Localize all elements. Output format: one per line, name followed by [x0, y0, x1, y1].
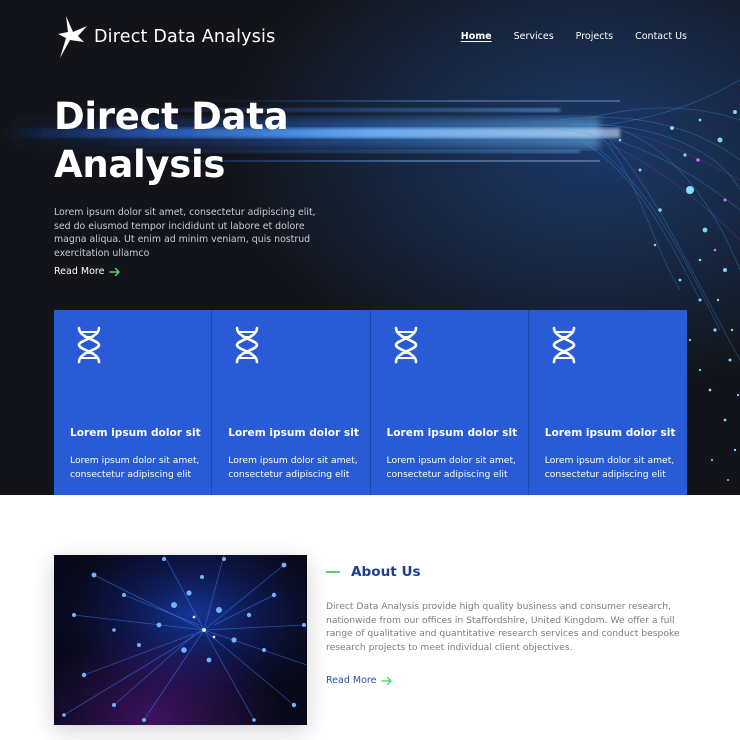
- about-heading: About Us: [326, 564, 421, 580]
- arrow-right-icon: [381, 676, 393, 685]
- bird-logo-icon: [58, 16, 87, 58]
- feature-cards: Lorem ipsum dolor sit Lorem ipsum dolor …: [54, 310, 687, 495]
- about-title: About Us: [351, 564, 421, 580]
- card-title: Lorem ipsum dolor sit: [70, 427, 201, 439]
- dna-icon: [235, 326, 259, 364]
- about-read-more-link[interactable]: Read More: [326, 675, 393, 686]
- brand-logo[interactable]: Direct Data Analysis: [56, 14, 275, 60]
- arrow-right-icon: [109, 267, 121, 276]
- card-text: Lorem ipsum dolor sit amet, consectetur …: [228, 455, 358, 480]
- nav-services[interactable]: Services: [514, 31, 554, 42]
- nav-home[interactable]: Home: [461, 31, 492, 42]
- about-image: [54, 555, 307, 725]
- card-title: Lorem ipsum dolor sit: [228, 427, 359, 439]
- feature-card[interactable]: Lorem ipsum dolor sit Lorem ipsum dolor …: [212, 310, 371, 495]
- about-read-more-label: Read More: [326, 675, 377, 686]
- feature-card[interactable]: Lorem ipsum dolor sit Lorem ipsum dolor …: [528, 310, 687, 495]
- heading-accent-line: [326, 571, 340, 573]
- card-text: Lorem ipsum dolor sit amet, consectetur …: [70, 455, 200, 480]
- brand-name: Direct Data Analysis: [94, 27, 276, 47]
- hero-title: Direct Data Analysis: [54, 93, 354, 189]
- hero-title-line-2: Analysis: [54, 143, 226, 186]
- hero-section: Direct Data Analysis Home Services Proje…: [0, 0, 740, 495]
- fiber-optics-image: [54, 555, 307, 725]
- hero-read-more-label: Read More: [54, 266, 105, 277]
- nav-contact-us[interactable]: Contact Us: [635, 31, 687, 42]
- dna-icon: [552, 326, 576, 364]
- about-text: Direct Data Analysis provide high qualit…: [326, 601, 680, 653]
- hero-read-more-link[interactable]: Read More: [54, 266, 121, 277]
- dna-icon: [77, 326, 101, 364]
- card-title: Lorem ipsum dolor sit: [386, 427, 518, 439]
- card-text: Lorem ipsum dolor sit amet, consectetur …: [386, 455, 516, 480]
- card-title: Lorem ipsum dolor sit: [544, 427, 676, 439]
- hero-title-line-1: Direct Data: [54, 95, 289, 138]
- feature-card[interactable]: Lorem ipsum dolor sit Lorem ipsum dolor …: [54, 310, 213, 495]
- main-nav: Home Services Projects Contact Us: [439, 31, 687, 42]
- card-text: Lorem ipsum dolor sit amet, consectetur …: [544, 455, 675, 480]
- dna-icon: [394, 326, 417, 364]
- feature-card[interactable]: Lorem ipsum dolor sit Lorem ipsum dolor …: [370, 310, 529, 495]
- nav-projects[interactable]: Projects: [576, 31, 613, 42]
- hero-description: Lorem ipsum dolor sit amet, consectetur …: [54, 207, 316, 259]
